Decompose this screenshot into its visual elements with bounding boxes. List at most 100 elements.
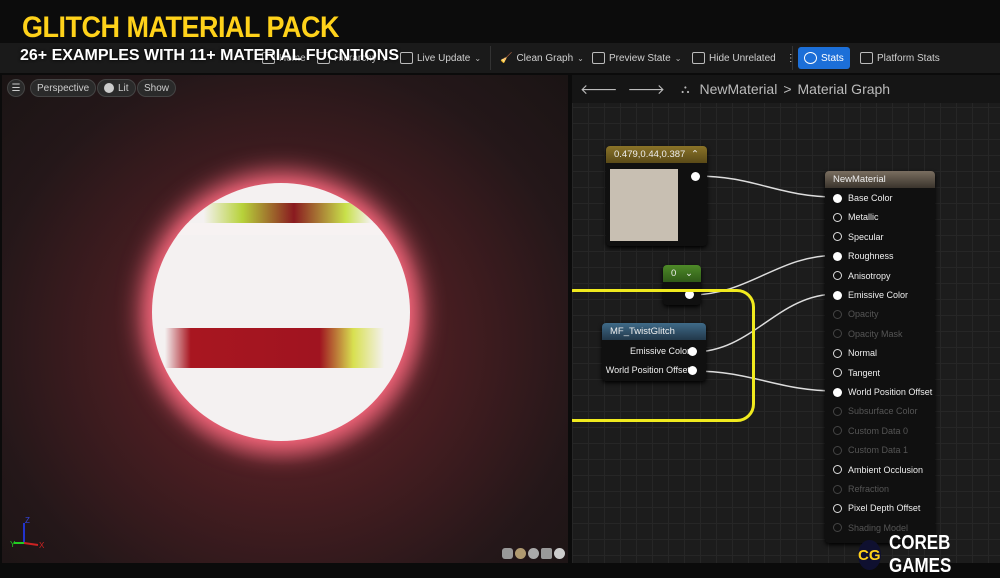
chevron-down-icon[interactable]: ⌄ (685, 268, 693, 279)
input-pin[interactable] (833, 484, 842, 494)
hide-unrelated-button[interactable]: Hide Unrelated ⋮ (692, 43, 796, 73)
material-graph[interactable]: 🡐 🡒 ⛬ NewMaterial > Material Graph 0.479… (572, 75, 1000, 563)
mf-twistglitch-node[interactable]: MF_TwistGlitch Emissive Color World Posi… (602, 323, 706, 381)
material-output-node[interactable]: NewMaterial Base Color Metallic Specular Ro… (825, 171, 935, 543)
platform-stats-button[interactable]: Platform Stats (860, 43, 940, 73)
material-input-pin-row[interactable]: Subsurface Color (833, 405, 918, 417)
platform-stats-label: Platform Stats (877, 52, 940, 64)
material-input-pin-row[interactable]: Ambient Occlusion (833, 464, 923, 476)
glitch-band (152, 223, 410, 235)
brand-name: COREB GAMES (888, 532, 951, 577)
input-label: Refraction (848, 484, 890, 494)
chevron-down-icon: ⌄ (674, 53, 682, 63)
input-label: World Position Offset (848, 387, 933, 397)
input-pin[interactable] (833, 406, 842, 416)
stats-button[interactable]: Stats (798, 47, 850, 69)
stats-icon (804, 52, 817, 64)
input-pin[interactable] (833, 465, 842, 475)
input-label: Custom Data 1 (848, 445, 909, 456)
input-pin[interactable] (833, 290, 842, 300)
input-pin[interactable] (833, 445, 842, 455)
output-pin[interactable] (691, 172, 700, 181)
show-label: Show (144, 82, 170, 94)
plane-icon[interactable] (528, 548, 539, 559)
input-pin[interactable] (833, 329, 842, 339)
preview-state-button[interactable]: Preview State ⌄ (592, 43, 681, 73)
hide-unrelated-label: Hide Unrelated (709, 52, 776, 64)
more-options-icon[interactable]: ⋮ (786, 53, 796, 64)
material-input-pin-row[interactable]: Refraction (833, 483, 889, 495)
lit-button[interactable]: Lit (97, 79, 136, 97)
input-pin[interactable] (833, 251, 842, 261)
input-pin[interactable] (833, 271, 842, 281)
chevron-up-icon[interactable]: ⌃ (691, 149, 699, 160)
material-input-pin-row[interactable]: Opacity (833, 308, 879, 320)
overlay-subtitle: 26+ EXAMPLES WITH 11+ MATERIAL FUCNTIONS (20, 47, 400, 64)
output-pin[interactable] (688, 366, 697, 375)
input-label: Metallic (848, 212, 879, 223)
viewport-menu-button[interactable]: ☰ (7, 79, 25, 97)
material-input-pin-row[interactable]: Specular (833, 231, 884, 243)
broom-icon: 🧹 (500, 52, 513, 64)
material-input-pin-row[interactable]: Opacity Mask (833, 328, 903, 340)
input-label: Roughness (848, 251, 894, 262)
input-label: Custom Data 0 (848, 425, 909, 436)
input-pin[interactable] (833, 387, 842, 397)
material-input-pin-row[interactable]: Roughness (833, 250, 894, 262)
input-label: Base Color (848, 193, 893, 203)
input-label: Tangent (848, 367, 881, 378)
axis-x-label: X (39, 541, 45, 550)
clean-graph-button[interactable]: 🧹 Clean Graph ⌄ (500, 43, 584, 73)
input-pin[interactable] (833, 309, 842, 319)
material-input-pin-row[interactable]: Metallic (833, 211, 879, 223)
constant-header: 0 ⌄ (663, 265, 701, 282)
divider (490, 46, 491, 70)
divider (792, 46, 793, 70)
material-input-pin-row[interactable]: Normal (833, 347, 877, 359)
input-pin[interactable] (833, 212, 842, 222)
graph-nodes-icon (592, 52, 605, 64)
brand-logo: CG COREB GAMES (858, 532, 1000, 578)
cylinder-icon[interactable] (502, 548, 513, 559)
custom-mesh-icon[interactable] (554, 548, 565, 559)
menu-icon: ☰ (11, 82, 21, 94)
preview-shape-buttons (502, 548, 565, 559)
input-label: Opacity (848, 309, 879, 320)
input-pin[interactable] (833, 523, 842, 533)
material-input-pin-row[interactable]: Custom Data 1 (833, 444, 908, 456)
preview-state-label: Preview State (609, 52, 671, 64)
preview-viewport[interactable]: ☰ Perspective Lit Show X Z Y (2, 75, 568, 563)
perspective-label: Perspective (37, 82, 90, 94)
axis-gizmo: X Z Y (10, 516, 45, 550)
perspective-button[interactable]: Perspective (30, 79, 97, 97)
live-update-label: Live Update (417, 52, 471, 64)
clean-graph-label: Clean Graph (516, 52, 574, 64)
material-input-pin-row[interactable]: Emissive Color (833, 289, 908, 301)
input-pin[interactable] (833, 426, 842, 436)
preview-sphere (152, 183, 410, 441)
chevron-down-icon: ⌄ (474, 53, 482, 63)
material-input-pin-row[interactable]: Tangent (833, 367, 880, 379)
material-input-pin-row[interactable]: Anisotropy (833, 270, 891, 282)
material-input-pin-row[interactable]: Pixel Depth Offset (833, 502, 920, 514)
stats-label: Stats (821, 52, 844, 64)
constant3-node[interactable]: 0.479,0.44,0.387 ⌃ (606, 146, 707, 246)
material-input-pin-row[interactable]: World Position Offset (833, 386, 932, 398)
input-label: Specular (848, 231, 884, 242)
material-node-title: NewMaterial (825, 171, 935, 188)
live-update-button[interactable]: Live Update ⌄ (400, 43, 481, 73)
input-pin[interactable] (833, 348, 842, 358)
chevron-down-icon: ⌄ (577, 53, 584, 63)
input-label: Emissive Color (848, 290, 909, 300)
show-button[interactable]: Show (137, 79, 177, 97)
input-pin[interactable] (833, 193, 842, 203)
axis-z-label: Z (25, 516, 30, 525)
input-pin[interactable] (833, 368, 842, 378)
material-input-pin-row[interactable]: Custom Data 0 (833, 425, 908, 437)
output-pin[interactable] (688, 347, 697, 356)
sphere-icon[interactable] (515, 548, 526, 559)
input-pin[interactable] (833, 232, 842, 242)
input-pin[interactable] (833, 503, 842, 513)
cube-icon[interactable] (541, 548, 552, 559)
material-input-pin-row[interactable]: Base Color (833, 192, 893, 204)
